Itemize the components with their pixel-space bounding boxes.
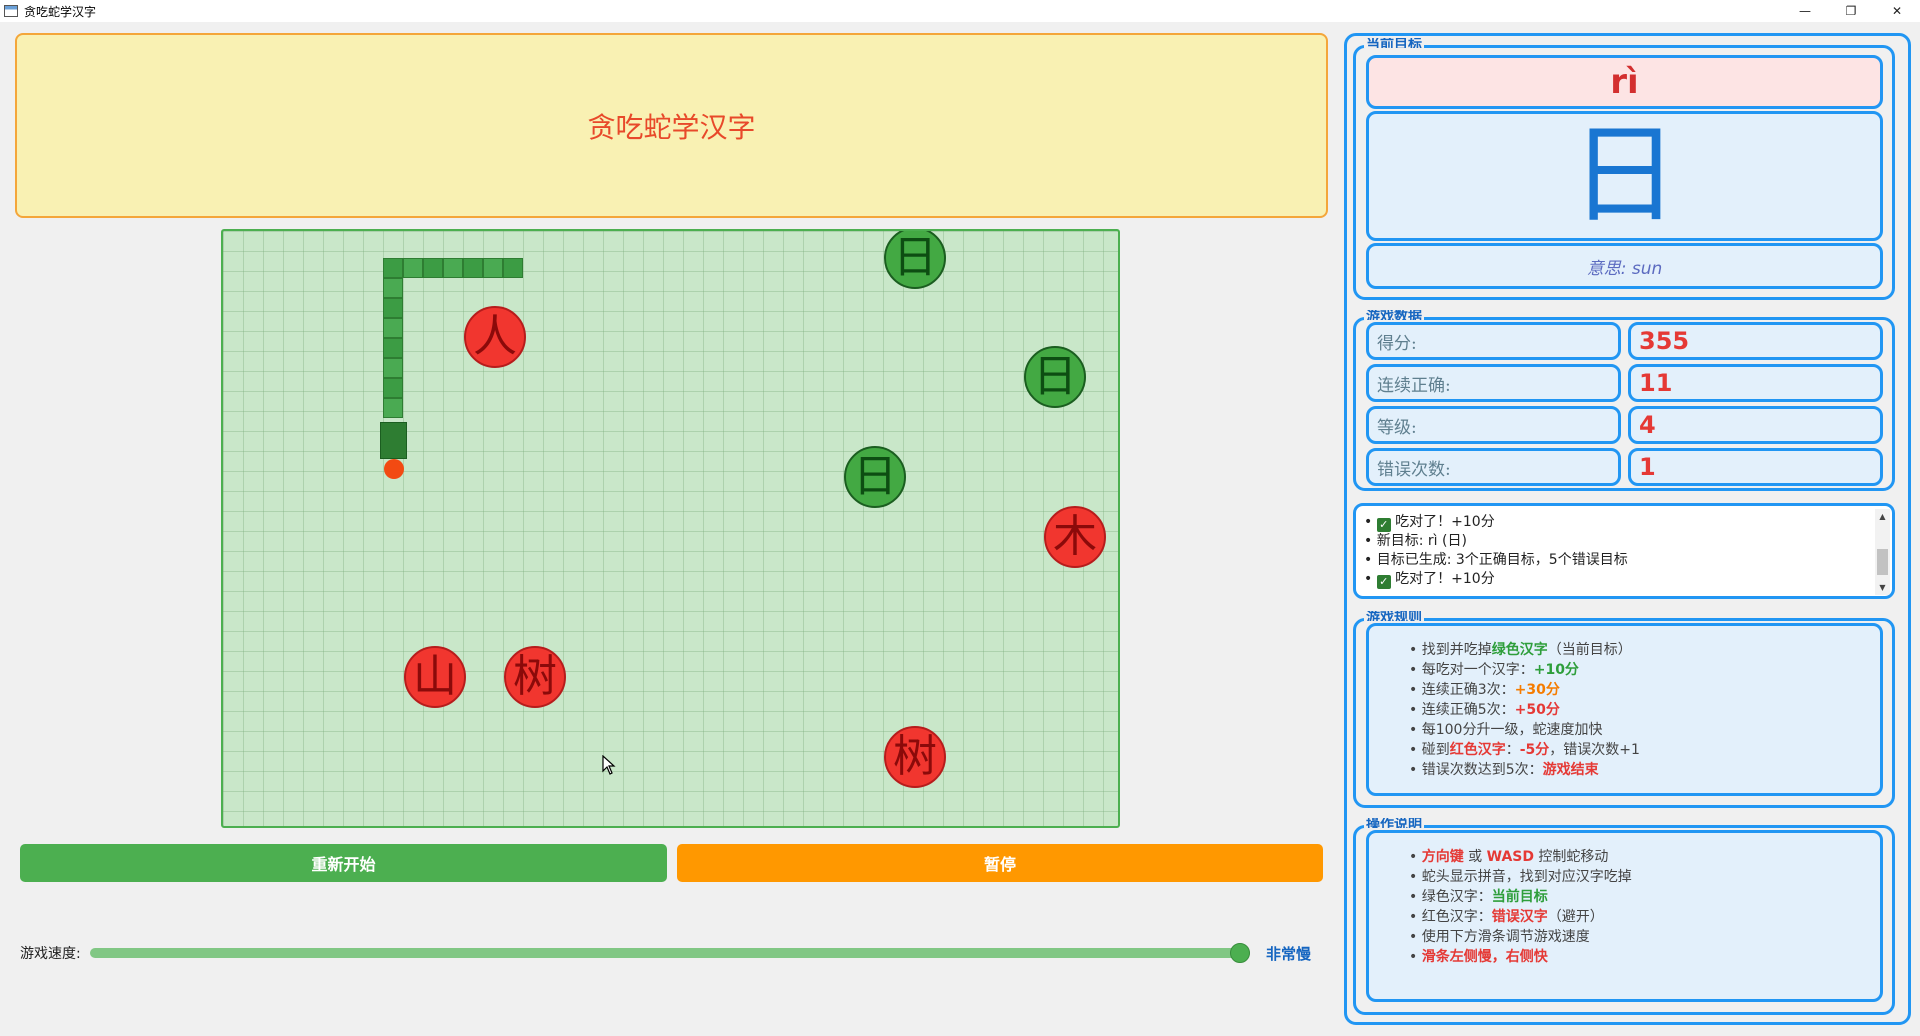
snake-segment [383,338,403,358]
streak-value: 11 [1628,364,1883,402]
control-item: 红色汉字：错误汉字（避开） [1409,907,1880,927]
snake-segment [483,258,503,278]
rule-item: 错误次数达到5次：游戏结束 [1409,760,1880,780]
snake-segment [383,398,403,418]
window-title: 贪吃蛇学汉字 [24,4,97,19]
snake-segment [383,258,403,278]
score-value: 355 [1628,322,1883,360]
mouse-cursor-icon [602,755,616,775]
close-button[interactable]: ✕ [1874,0,1920,22]
control-item: 使用下方滑条调节游戏速度 [1409,927,1880,947]
app-window-icon [4,5,18,17]
food-bad: 树 [504,646,566,708]
log-line: • ✓ 吃对了！+10分 [1364,514,1495,532]
log-line: • 新目标: rì (日) [1364,533,1467,549]
log-scroll-thumb[interactable] [1877,549,1888,575]
scroll-up-icon[interactable]: ▲ [1875,509,1890,524]
control-item: 绿色汉字：当前目标 [1409,887,1880,907]
snake-segment [383,378,403,398]
target-pinyin: rì [1610,62,1639,102]
rules-list: 找到并吃掉绿色汉字（当前目标） 每吃对一个汉字：+10分 连续正确3次：+30分… [1369,626,1880,780]
control-item: 方向键 或 WASD 控制蛇移动 [1409,847,1880,867]
minimize-button[interactable]: — [1782,0,1828,22]
food-bad: 木 [1044,506,1106,568]
speed-label: 游戏速度: [20,946,81,962]
check-icon: ✓ [1376,518,1391,532]
food-good: 日 [1024,346,1086,408]
errors-label: 错误次数: [1366,448,1621,486]
level-label: 等级: [1366,406,1621,444]
snake-segment [383,358,403,378]
target-pinyin-box: rì [1366,55,1883,109]
speed-slider[interactable] [90,943,1250,963]
snake-head-dot [384,459,404,479]
window-titlebar: 贪吃蛇学汉字 — ❐ ✕ [0,0,1920,22]
controls-group-title: 操作说明 [1364,818,1424,828]
snake-segment [383,278,403,298]
rules-box: 找到并吃掉绿色汉字（当前目标） 每吃对一个汉字：+10分 连续正确3次：+30分… [1366,623,1883,796]
snake-segment [443,258,463,278]
food-bad: 树 [884,726,946,788]
log-line: • ✓ 吃对了！+10分 [1364,571,1495,589]
maximize-button[interactable]: ❐ [1828,0,1874,22]
rule-item: 每吃对一个汉字：+10分 [1409,660,1880,680]
target-meaning-box: 意思: sun [1366,243,1883,289]
rule-item: 找到并吃掉绿色汉字（当前目标） [1409,640,1880,660]
streak-label: 连续正确: [1366,364,1621,402]
restart-button[interactable]: 重新开始 [20,844,667,882]
rule-item: 连续正确3次：+30分 [1409,680,1880,700]
speed-control: 游戏速度: 非常慢 [20,942,1320,964]
check-icon: ✓ [1376,575,1391,589]
snake-segment [383,298,403,318]
window-controls: — ❐ ✕ [1782,0,1920,22]
control-item: 蛇头显示拼音，找到对应汉字吃掉 [1409,867,1880,887]
page-title: 贪吃蛇学汉字 [587,110,756,144]
game-board[interactable]: 日 人 日 日 木 山 树 树 [221,229,1120,828]
stats-group-title: 游戏数据 [1364,310,1424,320]
snake-segment [503,258,523,278]
food-bad: 山 [404,646,466,708]
food-bad: 人 [464,306,526,368]
header-banner: 贪吃蛇学汉字 [15,33,1328,218]
controls-list: 方向键 或 WASD 控制蛇移动 蛇头显示拼音，找到对应汉字吃掉 绿色汉字：当前… [1369,833,1880,967]
snake-segment [463,258,483,278]
game-log[interactable]: • ✓ 吃对了！+10分 • 新目标: rì (日) • 目标已生成: 3个正确… [1353,503,1895,599]
speed-slider-thumb[interactable] [1230,943,1250,963]
speed-value: 非常慢 [1266,944,1312,963]
score-label: 得分: [1366,322,1621,360]
rule-item: 每100分升一级，蛇速度加快 [1409,720,1880,740]
scroll-down-icon[interactable]: ▼ [1875,580,1890,595]
food-good: 日 [884,231,946,289]
pause-button[interactable]: 暂停 [677,844,1323,882]
target-hanzi: 日 [1570,113,1679,238]
rule-item: 碰到红色汉字：-5分，错误次数+1 [1409,740,1880,760]
target-group-title: 当前目标 [1364,38,1424,48]
level-value: 4 [1628,406,1883,444]
rules-group-title: 游戏规则 [1364,611,1424,621]
errors-value: 1 [1628,448,1883,486]
snake-segment [423,258,443,278]
controls-box: 方向键 或 WASD 控制蛇移动 蛇头显示拼音，找到对应汉字吃掉 绿色汉字：当前… [1366,830,1883,1002]
target-meaning: 意思: sun [1586,258,1663,279]
control-item: 滑条左侧慢，右侧快 [1409,947,1880,967]
log-line: • 目标已生成: 3个正确目标，5个错误目标 [1364,552,1628,568]
snake-segment [383,318,403,338]
snake-head [380,422,407,459]
log-scrollbar[interactable]: ▲ ▼ [1875,509,1890,595]
rule-item: 连续正确5次：+50分 [1409,700,1880,720]
snake-segment [403,258,423,278]
target-hanzi-box: 日 [1366,111,1883,241]
food-good: 日 [844,446,906,508]
